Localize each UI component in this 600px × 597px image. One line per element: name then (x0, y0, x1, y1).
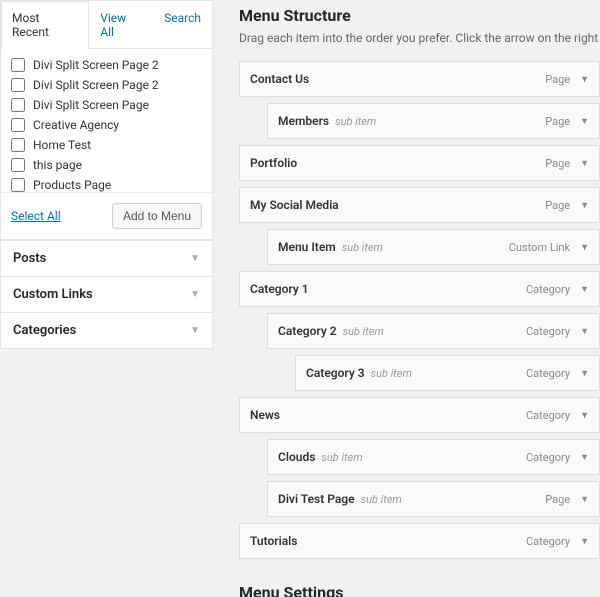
page-checkbox[interactable] (11, 98, 25, 112)
chevron-down-icon[interactable]: ▼ (580, 284, 589, 295)
menu-item[interactable]: News Category ▼ (239, 397, 600, 433)
menu-item-label: Category 1 (250, 282, 309, 296)
page-checkbox[interactable] (11, 178, 25, 192)
custom-links-title: Custom Links (13, 287, 93, 302)
menu-item[interactable]: Category 3 sub item Category ▼ (295, 355, 600, 391)
sub-item-indicator: sub item (361, 493, 402, 506)
menu-item-type: Category (526, 535, 570, 548)
page-checkbox[interactable] (11, 158, 25, 172)
menu-item[interactable]: Clouds sub item Category ▼ (267, 439, 600, 475)
chevron-down-icon[interactable]: ▼ (580, 410, 589, 421)
page-item-label: Divi Split Screen Page 2 (33, 58, 159, 72)
page-checkbox-item[interactable]: Divi Split Screen Page 2 (11, 75, 206, 95)
menu-item-label: Portfolio (250, 156, 297, 170)
menu-item[interactable]: Contact Us Page ▼ (239, 61, 600, 97)
menu-structure-heading: Menu Structure (239, 6, 600, 25)
menu-item[interactable]: Tutorials Category ▼ (239, 523, 600, 559)
page-checkbox-item[interactable]: this page (11, 155, 206, 175)
chevron-down-icon[interactable]: ▼ (580, 74, 589, 85)
menu-item[interactable]: My Social Media Page ▼ (239, 187, 600, 223)
chevron-down-icon: ▼ (190, 253, 200, 264)
tab-view-all[interactable]: View All (89, 1, 153, 49)
page-item-label: Products Page (33, 178, 111, 192)
menu-item[interactable]: Portfolio Page ▼ (239, 145, 600, 181)
sub-item-indicator: sub item (371, 367, 412, 380)
menu-item-type: Page (545, 199, 570, 212)
page-checkbox[interactable] (11, 78, 25, 92)
menu-item-type: Category (526, 367, 570, 380)
menu-item[interactable]: Category 2 sub item Category ▼ (267, 313, 600, 349)
menu-item[interactable]: Divi Test Page sub item Page ▼ (267, 481, 600, 517)
menu-item-type: Category (526, 409, 570, 422)
menu-item[interactable]: Menu Item sub item Custom Link ▼ (267, 229, 600, 265)
chevron-down-icon[interactable]: ▼ (580, 452, 589, 463)
chevron-down-icon[interactable]: ▼ (580, 200, 589, 211)
menu-item-label: Contact Us (250, 72, 309, 86)
select-all-link[interactable]: Select All (11, 209, 61, 223)
page-checkbox-item[interactable]: Home Test (11, 135, 206, 155)
chevron-down-icon[interactable]: ▼ (580, 368, 589, 379)
page-checkbox[interactable] (11, 58, 25, 72)
menu-item-type: Page (545, 157, 570, 170)
page-checkbox[interactable] (11, 118, 25, 132)
menu-item-type: Category (526, 451, 570, 464)
pages-list[interactable]: Divi Split Screen Page 2 Divi Split Scree… (1, 49, 212, 193)
page-checkbox-item[interactable]: Divi Split Screen Page 2 (11, 55, 206, 75)
chevron-down-icon[interactable]: ▼ (580, 158, 589, 169)
menu-item-type: Category (526, 325, 570, 338)
chevron-down-icon: ▼ (190, 325, 200, 336)
page-item-label: Divi Split Screen Page (33, 98, 149, 112)
page-item-label: Creative Agency (33, 118, 119, 132)
pages-tabs: Most Recent View All Search (1, 1, 212, 49)
menu-item-label: Members (278, 114, 329, 128)
posts-metabox[interactable]: Posts ▼ (0, 240, 213, 277)
menu-item[interactable]: Category 1 Category ▼ (239, 271, 600, 307)
page-item-label: Home Test (33, 138, 91, 152)
tab-most-recent[interactable]: Most Recent (1, 1, 89, 49)
menu-item-type: Page (545, 73, 570, 86)
menu-item-label: Category 3 (306, 366, 365, 380)
page-checkbox[interactable] (11, 138, 25, 152)
menu-item-type: Category (526, 283, 570, 296)
instructions-text: Drag each item into the order you prefer… (239, 31, 600, 45)
page-checkbox-item[interactable]: Creative Agency (11, 115, 206, 135)
chevron-down-icon[interactable]: ▼ (580, 242, 589, 253)
menu-item-label: My Social Media (250, 198, 339, 212)
sub-item-indicator: sub item (343, 325, 384, 338)
posts-title: Posts (13, 251, 46, 266)
page-item-label: Divi Split Screen Page 2 (33, 78, 159, 92)
menu-item[interactable]: Members sub item Page ▼ (267, 103, 600, 139)
chevron-down-icon[interactable]: ▼ (580, 116, 589, 127)
menu-item-label: Menu Item (278, 240, 336, 254)
chevron-down-icon[interactable]: ▼ (580, 536, 589, 547)
menu-item-type: Custom Link (509, 241, 570, 254)
categories-title: Categories (13, 323, 76, 338)
categories-metabox[interactable]: Categories ▼ (0, 312, 213, 349)
sub-item-indicator: sub item (335, 115, 376, 128)
menu-item-type: Page (545, 115, 570, 128)
sub-item-indicator: sub item (342, 241, 383, 254)
menu-items-list: Contact UsPage▼Memberssub itemPage▼Portf… (239, 61, 600, 559)
chevron-down-icon[interactable]: ▼ (580, 494, 589, 505)
sidebar: Most Recent View All Search Divi Split S… (0, 0, 213, 597)
custom-links-metabox[interactable]: Custom Links ▼ (0, 276, 213, 313)
menu-item-type: Page (545, 493, 570, 506)
sub-item-indicator: sub item (321, 451, 362, 464)
chevron-down-icon[interactable]: ▼ (580, 326, 589, 337)
main-content: Menu Structure Drag each item into the o… (213, 0, 600, 597)
menu-item-label: Divi Test Page (278, 492, 355, 506)
menu-item-label: Tutorials (250, 534, 297, 548)
chevron-down-icon: ▼ (190, 289, 200, 300)
page-checkbox-item[interactable]: Divi Split Screen Page (11, 95, 206, 115)
menu-item-label: News (250, 408, 280, 422)
pages-controls: Select All Add to Menu (1, 193, 212, 239)
page-item-label: this page (33, 158, 82, 172)
add-to-menu-button[interactable]: Add to Menu (112, 203, 202, 229)
page-checkbox-item[interactable]: Products Page (11, 175, 206, 193)
tab-search[interactable]: Search (153, 1, 212, 49)
menu-item-label: Clouds (278, 450, 315, 464)
menu-item-label: Category 2 (278, 324, 337, 338)
menu-settings-heading: Menu Settings (239, 583, 600, 597)
pages-metabox: Most Recent View All Search Divi Split S… (0, 0, 213, 240)
